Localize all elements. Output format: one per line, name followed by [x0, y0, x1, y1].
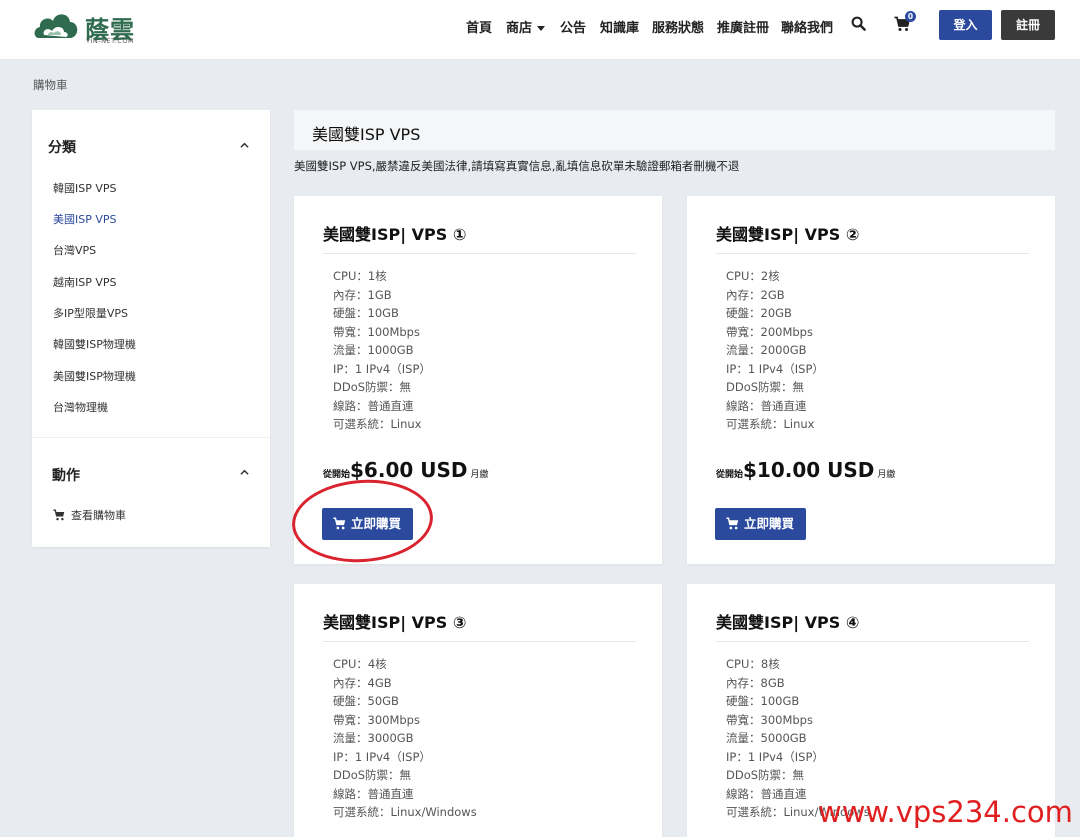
price-amount: $10.00 USD — [743, 458, 875, 482]
view-cart-link[interactable]: 查看購物車 — [53, 507, 126, 523]
card-divider — [323, 641, 636, 642]
spec-disk: 硬盤：100GB — [726, 694, 800, 708]
nav-store[interactable]: 商店 — [506, 17, 546, 37]
spec-ip: IP：1 IPv4（ISP） — [333, 750, 431, 764]
spec-cpu: CPU：4核 — [333, 657, 387, 671]
nav-home[interactable]: 首頁 — [466, 17, 492, 37]
watermark: www.vps234.com — [818, 795, 1073, 829]
spec-traffic: 流量：3000GB — [333, 731, 414, 745]
order-now-label: 立即購買 — [744, 516, 795, 531]
card-divider — [716, 641, 1029, 642]
spec-disk: 硬盤：20GB — [726, 306, 792, 320]
spec-cpu: CPU：8核 — [726, 657, 780, 671]
price-amount: $6.00 USD — [350, 458, 468, 482]
spec-traffic: 流量：5000GB — [726, 731, 807, 745]
product-name: 美國雙ISP| VPS ③ — [323, 613, 467, 632]
actions-heading: 動作 — [52, 468, 80, 484]
cart-icon — [726, 517, 739, 530]
nav-knowledgebase[interactable]: 知識庫 — [600, 17, 639, 37]
sidebar-item-taiwan-dedicated[interactable]: 台灣物理機 — [53, 399, 108, 415]
nav-announcements[interactable]: 公告 — [560, 17, 586, 37]
spec-ddos: DDoS防禦：無 — [333, 380, 412, 394]
sidebar-item-korea-isp-vps[interactable]: 韓國ISP VPS — [53, 180, 117, 196]
product-name: 美國雙ISP| VPS ④ — [716, 613, 860, 632]
spec-cpu: CPU：1核 — [333, 269, 387, 283]
cloud-logo-icon — [34, 14, 78, 38]
category-description: 美國雙ISP VPS,嚴禁違反美國法律,請填寫真實信息,亂填信息砍單未驗證郵箱者… — [294, 159, 740, 173]
billing-term: 月繳 — [470, 470, 489, 480]
spec-ip: IP：1 IPv4（ISP） — [333, 362, 431, 376]
nav-store-label: 商店 — [506, 21, 533, 36]
spec-memory: 內存：1GB — [333, 288, 392, 302]
login-button[interactable]: 登入 — [939, 10, 992, 40]
nav-contact[interactable]: 聯絡我們 — [781, 17, 833, 37]
caret-down-icon — [537, 26, 546, 31]
chevron-up-icon[interactable] — [240, 141, 249, 150]
spec-traffic: 流量：2000GB — [726, 343, 807, 357]
card-divider — [716, 253, 1029, 254]
chevron-up-icon[interactable] — [240, 468, 249, 477]
spec-ddos: DDoS防禦：無 — [726, 380, 805, 394]
spec-os: 可選系統：Linux — [726, 417, 815, 431]
spec-bandwidth: 帶寬：200Mbps — [726, 325, 813, 339]
sidebar-item-us-dedicated[interactable]: 美國雙ISP物理機 — [53, 368, 136, 384]
product-name: 美國雙ISP| VPS ② — [716, 225, 860, 244]
spec-memory: 內存：2GB — [726, 288, 785, 302]
top-navbar: 蔭雲 YIN-NET.COM 首頁 商店 公告 知識庫 服務狀態 推廣註冊 聯絡… — [0, 0, 1080, 60]
spec-os: 可選系統：Linux/Windows — [333, 805, 477, 819]
site-logo[interactable]: 蔭雲 YIN-NET.COM — [33, 8, 143, 46]
nav-status[interactable]: 服務狀態 — [652, 17, 704, 37]
brand-domain: YIN-NET.COM — [86, 37, 135, 45]
spec-route: 線路：普通直連 — [333, 787, 414, 801]
spec-ip: IP：1 IPv4（ISP） — [726, 362, 824, 376]
billing-term: 月繳 — [877, 470, 896, 480]
cart-count-badge: 0 — [905, 11, 916, 22]
nav-affiliate[interactable]: 推廣註冊 — [717, 17, 769, 37]
spec-disk: 硬盤：10GB — [333, 306, 399, 320]
spec-bandwidth: 帶寬：300Mbps — [726, 713, 813, 727]
spec-ddos: DDoS防禦：無 — [726, 768, 805, 782]
spec-disk: 硬盤：50GB — [333, 694, 399, 708]
order-now-button[interactable]: 立即購買 — [715, 508, 806, 540]
spec-route: 線路：普通直連 — [726, 399, 807, 413]
category-title: 美國雙ISP VPS — [312, 125, 421, 144]
register-button[interactable]: 註冊 — [1001, 10, 1055, 40]
breadcrumb: 購物車 — [33, 78, 68, 92]
sidebar: 分類 韓國ISP VPS 美國ISP VPS 台灣VPS 越南ISP VPS 多… — [32, 110, 270, 547]
price: 從開始$10.00 USD 月繳 — [716, 458, 895, 482]
spec-bandwidth: 帶寬：300Mbps — [333, 713, 420, 727]
sidebar-item-multi-ip-vps[interactable]: 多IP型限量VPS — [53, 305, 128, 321]
spec-memory: 內存：4GB — [333, 676, 392, 690]
spec-ip: IP：1 IPv4（ISP） — [726, 750, 824, 764]
card-divider — [323, 253, 636, 254]
spec-traffic: 流量：1000GB — [333, 343, 414, 357]
view-cart-label: 查看購物車 — [71, 509, 126, 522]
price: 從開始$6.00 USD 月繳 — [323, 458, 489, 482]
price-prefix: 從開始 — [323, 470, 351, 480]
spec-bandwidth: 帶寬：100Mbps — [333, 325, 420, 339]
price-prefix: 從開始 — [716, 470, 744, 480]
sidebar-item-vietnam-isp-vps[interactable]: 越南ISP VPS — [53, 274, 117, 290]
categories-heading: 分類 — [48, 140, 76, 156]
sidebar-item-us-isp-vps[interactable]: 美國ISP VPS — [53, 211, 117, 227]
spec-memory: 內存：8GB — [726, 676, 785, 690]
search-icon[interactable] — [851, 16, 866, 31]
sidebar-item-korea-dedicated[interactable]: 韓國雙ISP物理機 — [53, 336, 136, 352]
spec-route: 線路：普通直連 — [726, 787, 807, 801]
cart-icon — [53, 509, 65, 521]
spec-os: 可選系統：Linux — [333, 417, 422, 431]
spec-route: 線路：普通直連 — [333, 399, 414, 413]
product-name: 美國雙ISP| VPS ① — [323, 225, 467, 244]
product-card: 美國雙ISP| VPS ② CPU：2核 內存：2GB 硬盤：20GB 帶寬：2… — [687, 196, 1055, 564]
product-card: 美國雙ISP| VPS ③ CPU：4核 內存：4GB 硬盤：50GB 帶寬：3… — [294, 584, 662, 837]
category-header: 美國雙ISP VPS — [294, 110, 1055, 150]
spec-ddos: DDoS防禦：無 — [333, 768, 412, 782]
sidebar-item-taiwan-vps[interactable]: 台灣VPS — [53, 242, 96, 258]
spec-cpu: CPU：2核 — [726, 269, 780, 283]
sidebar-divider — [32, 437, 270, 438]
